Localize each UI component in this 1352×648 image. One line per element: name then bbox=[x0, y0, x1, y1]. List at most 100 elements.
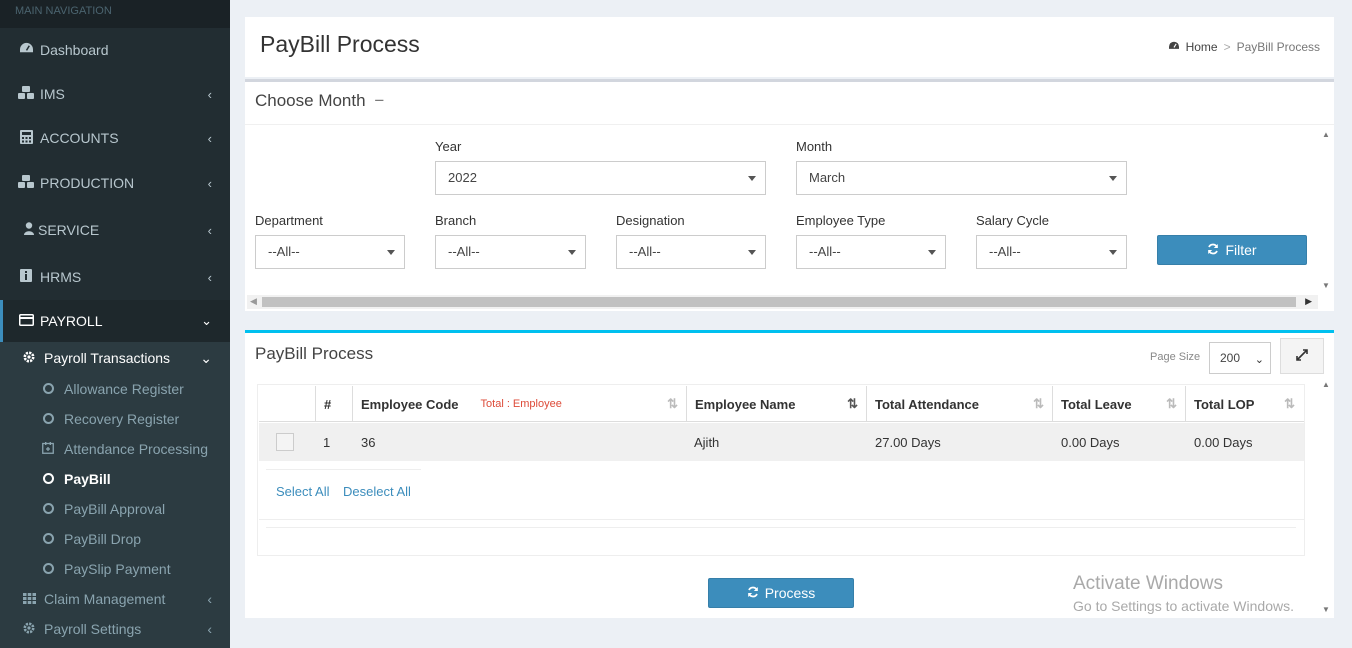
calendar-plus-icon bbox=[41, 441, 55, 457]
checkbox[interactable] bbox=[276, 433, 294, 451]
caret-down-icon bbox=[1109, 250, 1117, 255]
nav-sublabel: PayBill Approval bbox=[64, 501, 166, 517]
employee-type-select[interactable]: --All-- bbox=[796, 235, 946, 269]
filter-title-text: Choose Month bbox=[255, 91, 366, 110]
month-select[interactable]: March bbox=[796, 161, 1127, 195]
nav-subitem-paybill-drop[interactable]: PayBill Drop bbox=[0, 524, 230, 554]
row-employee-code: 36 bbox=[361, 434, 376, 450]
scroll-down-arrow[interactable]: ▼ bbox=[1322, 605, 1330, 614]
salary-cycle-select-value: --All-- bbox=[989, 244, 1021, 259]
dashboard-icon bbox=[1168, 40, 1180, 54]
row-checkbox[interactable] bbox=[268, 423, 294, 461]
nav-label-service: SERVICE bbox=[38, 222, 100, 238]
employee-type-label: Employee Type bbox=[796, 213, 886, 228]
column-label: Total Attendance bbox=[875, 396, 980, 412]
filter-button[interactable]: Filter bbox=[1157, 235, 1307, 265]
circle-icon bbox=[41, 501, 55, 517]
caret-down-icon bbox=[387, 250, 395, 255]
nav-label-claim-management: Claim Management bbox=[44, 591, 166, 607]
chevron-down-icon: ⌄ bbox=[1254, 354, 1264, 366]
nav-item-claim-management[interactable]: Claim Management ‹ bbox=[0, 584, 230, 614]
nav-subitem-allowance-register[interactable]: Allowance Register bbox=[0, 374, 230, 404]
caret-down-icon bbox=[1109, 176, 1117, 181]
refresh-icon bbox=[1207, 242, 1219, 258]
chevron-left-icon: ‹ bbox=[207, 269, 212, 285]
table-header-employee-name[interactable]: Employee Name ⇅ bbox=[687, 386, 867, 422]
chevron-left-icon: ‹ bbox=[207, 591, 212, 607]
table-header-total-lop[interactable]: Total LOP ⇅ bbox=[1186, 386, 1303, 422]
row-total-attendance: 27.00 Days bbox=[875, 434, 941, 450]
circle-icon bbox=[41, 471, 55, 487]
nav-sublabel: PayBill Drop bbox=[64, 531, 142, 547]
chevron-down-icon: ⌄ bbox=[201, 313, 212, 328]
scroll-up-arrow[interactable]: ▲ bbox=[1322, 130, 1330, 139]
nav-label-ims: IMS bbox=[40, 86, 65, 102]
vertical-scrollbar[interactable]: ▲ ▼ bbox=[1320, 380, 1332, 616]
expand-button[interactable] bbox=[1280, 338, 1324, 374]
filter-box-divider bbox=[245, 124, 1334, 125]
department-select[interactable]: --All-- bbox=[255, 235, 405, 269]
breadcrumb-current: PayBill Process bbox=[1236, 40, 1320, 54]
total-employee-note: Total : Employee bbox=[480, 398, 562, 410]
gear-icon bbox=[22, 350, 36, 366]
sort-alpha-icon: ⇅ bbox=[847, 396, 858, 411]
nav-sublabel: Attendance Processing bbox=[64, 441, 208, 457]
nav-item-production[interactable]: PRODUCTION ‹ bbox=[0, 160, 230, 206]
deselect-all-link[interactable]: Deselect All bbox=[343, 484, 411, 499]
sort-icon: ⇅ bbox=[1033, 396, 1044, 411]
scroll-left-arrow[interactable]: ◀ bbox=[250, 296, 257, 307]
page-size-select[interactable]: 200 ⌄ bbox=[1209, 342, 1271, 374]
branch-select[interactable]: --All-- bbox=[435, 235, 586, 269]
salary-cycle-select[interactable]: --All-- bbox=[976, 235, 1127, 269]
nav-sublabel: PaySlip Payment bbox=[64, 561, 171, 577]
nav-item-hrms[interactable]: HRMS ‹ bbox=[0, 254, 230, 300]
vertical-scrollbar[interactable]: ▲ ▼ bbox=[1320, 128, 1332, 292]
nav-subitem-payslip-payment[interactable]: PaySlip Payment bbox=[0, 554, 230, 584]
collapse-icon[interactable]: − bbox=[374, 91, 384, 110]
year-select[interactable]: 2022 bbox=[435, 161, 766, 195]
scrollbar-thumb[interactable] bbox=[262, 297, 1296, 307]
process-button[interactable]: Process bbox=[708, 578, 854, 608]
scroll-right-arrow[interactable]: ▶ bbox=[1305, 296, 1312, 307]
nav-item-dashboard[interactable]: Dashboard bbox=[0, 28, 230, 72]
row-total-leave: 0.00 Days bbox=[1061, 434, 1120, 450]
column-label: Total Leave bbox=[1061, 396, 1132, 412]
nav-subitem-paybill[interactable]: PayBill bbox=[0, 464, 230, 494]
scroll-down-arrow[interactable]: ▼ bbox=[1322, 281, 1330, 290]
nav-item-payroll-transactions[interactable]: Payroll Transactions ⌄ bbox=[0, 342, 230, 374]
calculator-icon bbox=[18, 129, 34, 147]
nav-item-payroll[interactable]: PAYROLL ⌄ bbox=[0, 300, 230, 342]
table-header-employee-code[interactable]: Employee Code Total : Employee ⇅ bbox=[353, 386, 687, 422]
nav-item-accounts[interactable]: ACCOUNTS ‹ bbox=[0, 116, 230, 160]
department-select-value: --All-- bbox=[268, 244, 300, 259]
nav-subitem-attendance-processing[interactable]: Attendance Processing bbox=[0, 434, 230, 464]
month-label: Month bbox=[796, 139, 833, 154]
nav-item-payroll-settings[interactable]: Payroll Settings ‹ bbox=[0, 614, 230, 644]
select-all-link[interactable]: Select All bbox=[276, 484, 329, 499]
circle-icon bbox=[41, 531, 55, 547]
filter-box bbox=[245, 79, 1334, 311]
branch-label: Branch bbox=[435, 213, 477, 228]
cubes-icon bbox=[18, 85, 34, 103]
horizontal-scrollbar[interactable]: ◀ ▶ bbox=[247, 295, 1318, 309]
nav-sublabel: Recovery Register bbox=[64, 411, 180, 427]
nav-label-accounts: ACCOUNTS bbox=[40, 130, 119, 146]
employee-type-select-value: --All-- bbox=[809, 244, 841, 259]
cubes-icon bbox=[18, 174, 34, 192]
designation-select[interactable]: --All-- bbox=[616, 235, 766, 269]
sort-icon: ⇅ bbox=[667, 396, 678, 411]
table-header-checkbox bbox=[259, 386, 316, 422]
breadcrumb-home[interactable]: Home bbox=[1186, 40, 1218, 54]
scroll-up-arrow[interactable]: ▲ bbox=[1322, 380, 1330, 389]
nav-item-ims[interactable]: IMS ‹ bbox=[0, 72, 230, 116]
nav-subitem-paybill-approval[interactable]: PayBill Approval bbox=[0, 494, 230, 524]
table-header-total-attendance[interactable]: Total Attendance ⇅ bbox=[867, 386, 1053, 422]
table-row[interactable] bbox=[259, 423, 1304, 461]
nav-label-dashboard: Dashboard bbox=[40, 42, 109, 58]
nav-subitem-recovery-register[interactable]: Recovery Register bbox=[0, 404, 230, 434]
nav-item-service[interactable]: SERVICE ‹ bbox=[0, 206, 230, 254]
nav-label-production: PRODUCTION bbox=[40, 175, 135, 191]
nav-sublabel: Allowance Register bbox=[64, 381, 184, 397]
branch-select-value: --All-- bbox=[448, 244, 480, 259]
table-header-total-leave[interactable]: Total Leave ⇅ bbox=[1053, 386, 1186, 422]
